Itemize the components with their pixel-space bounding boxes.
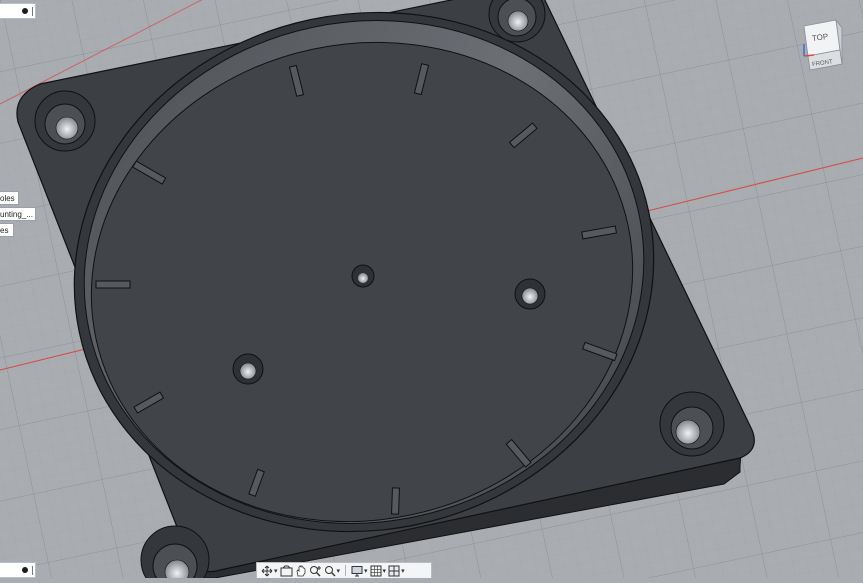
zoom-icon bbox=[309, 565, 322, 577]
chevron-down-icon: ▾ bbox=[364, 567, 368, 575]
fit-tool[interactable]: ▾ bbox=[324, 564, 341, 578]
toolbar-divider bbox=[345, 565, 347, 576]
monitor-icon bbox=[351, 565, 363, 577]
bullet-icon bbox=[22, 8, 28, 14]
browser-item-mounting[interactable]: unting_... bbox=[0, 207, 36, 221]
grid-settings-tool[interactable]: ▾ bbox=[370, 564, 387, 578]
chevron-down-icon: ▾ bbox=[401, 567, 405, 575]
orbit-icon bbox=[261, 565, 273, 577]
browser-panel-top-corner[interactable] bbox=[0, 3, 36, 19]
pan-tool[interactable] bbox=[295, 564, 307, 578]
axis-x-indicator bbox=[803, 54, 815, 57]
3d-viewport[interactable] bbox=[0, 0, 863, 583]
pipe-icon bbox=[32, 566, 33, 575]
chevron-down-icon: ▾ bbox=[336, 567, 341, 575]
browser-item-bodies[interactable]: es bbox=[0, 223, 14, 237]
viewports-tool[interactable]: ▾ bbox=[388, 564, 405, 578]
pipe-icon bbox=[32, 7, 33, 16]
zoom-tool[interactable] bbox=[309, 564, 322, 578]
navigation-bar: ▾ ▾ ▾ ▾ ▾ bbox=[256, 562, 432, 578]
display-settings-tool[interactable]: ▾ bbox=[351, 564, 368, 578]
chevron-down-icon: ▾ bbox=[382, 567, 387, 575]
orbit-tool[interactable]: ▾ bbox=[261, 564, 278, 578]
look-at-tool[interactable] bbox=[280, 564, 293, 578]
bullet-icon bbox=[22, 567, 28, 573]
grid-icon bbox=[370, 565, 382, 577]
hand-icon bbox=[295, 564, 307, 577]
zoom-window-icon bbox=[324, 565, 336, 577]
browser-item-holes[interactable]: oles bbox=[0, 191, 19, 205]
chevron-down-icon: ▾ bbox=[274, 567, 278, 575]
view-cube[interactable]: TOP FRONT bbox=[798, 18, 860, 74]
look-at-icon bbox=[280, 565, 293, 577]
browser-panel-bottom-corner[interactable] bbox=[0, 562, 36, 578]
viewports-icon bbox=[388, 565, 400, 577]
